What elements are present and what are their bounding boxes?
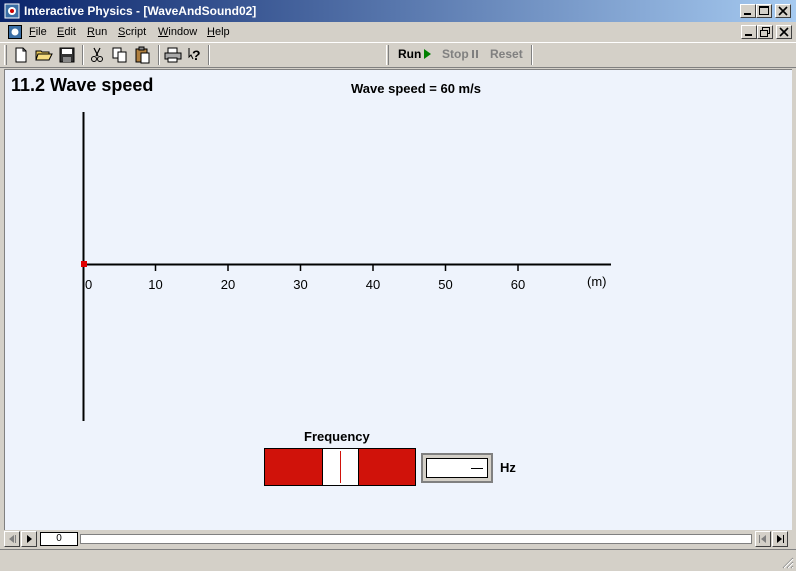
doc-close-button[interactable] [776,25,792,39]
minimize-button[interactable] [740,4,756,18]
menu-script[interactable]: Script [118,26,146,38]
frequency-unit: Hz [500,460,516,475]
axis-tick-label: 0 [85,277,92,292]
frequency-slider[interactable] [264,448,416,486]
frame-counter[interactable]: 0 [40,532,78,546]
reset-label: Reset [490,47,523,61]
stop-label: Stop [442,47,469,61]
toolbar-grip[interactable] [386,45,389,65]
status-bar [0,549,796,571]
play-forward-button[interactable] [21,531,37,547]
step-forward-button[interactable] [772,531,788,547]
save-icon [59,47,75,63]
menu-run[interactable]: Run [87,26,107,38]
cut-button[interactable] [86,45,108,65]
title-bar: Interactive Physics - [WaveAndSound02] [0,0,796,22]
copy-icon [112,47,127,63]
wave-source-marker[interactable] [81,261,87,267]
minimize-icon [744,13,751,15]
open-button[interactable] [33,45,55,65]
doc-minimize-button[interactable] [741,25,757,39]
maximize-icon [759,6,769,15]
minimize-icon [745,34,752,36]
toolbar-separator [531,45,533,65]
help-icon: ? [188,47,201,63]
doc-restore-button[interactable] [757,25,773,39]
restore-icon [760,27,770,37]
playback-bar: 0 [4,531,792,547]
toolbar-separator [82,45,84,65]
print-icon [164,47,182,63]
rewind-icon [759,535,766,543]
menu-bar: File Edit Run Script Window Help [0,22,796,42]
frequency-value-box[interactable] [421,453,493,483]
run-label: Run [398,47,422,61]
resize-grip-icon[interactable] [782,557,794,569]
cut-icon [91,47,103,62]
toolbar-separator [158,45,160,65]
axis-ticks: 0 10 20 30 40 50 60 [85,264,525,292]
menu-edit[interactable]: Edit [57,26,76,38]
menu-file[interactable]: File [29,26,47,38]
toolbar: ? Run Stop Reset [0,42,796,68]
copy-button[interactable] [109,45,131,65]
pause-icon [471,50,474,58]
menu-help[interactable]: Help [207,26,230,38]
open-folder-icon [35,50,53,61]
close-button[interactable] [775,4,791,18]
new-file-icon [15,47,27,63]
reset-button[interactable]: Reset [490,47,523,61]
axis-tick-label: 20 [221,277,235,292]
paste-icon [135,46,150,64]
document-icon[interactable] [8,25,22,39]
play-icon [27,535,32,543]
playback-track[interactable] [80,534,752,544]
maximize-button[interactable] [756,4,772,18]
simulation-workspace[interactable]: 11.2 Wave speed Wave speed = 60 m/s 0 10 2… [4,69,792,530]
axis-unit-label: (m) [587,274,607,289]
stop-button[interactable]: Stop [442,47,474,61]
slider-thumb[interactable] [322,449,359,485]
frequency-label: Frequency [304,429,370,444]
window-title: Interactive Physics - [WaveAndSound02] [24,4,257,18]
slider-thumb-mark [340,451,341,483]
context-help-button[interactable]: ? [185,45,207,65]
axis-tick-label: 60 [511,277,525,292]
save-button[interactable] [56,45,78,65]
paste-button[interactable] [132,45,154,65]
toolbar-grip[interactable] [4,45,7,65]
play-icon [424,49,432,59]
toolbar-separator [208,45,210,65]
step-forward-icon [777,535,784,543]
axis-tick-label: 40 [366,277,380,292]
close-icon [778,6,788,16]
axis-tick-label: 30 [293,277,307,292]
value-cursor [471,468,483,469]
frequency-input[interactable] [426,458,488,478]
step-back-icon [9,535,16,543]
step-back-button[interactable] [4,531,20,547]
menu-window[interactable]: Window [158,26,197,38]
rewind-button[interactable] [755,531,771,547]
axis-tick-label: 50 [438,277,452,292]
new-button[interactable] [10,45,32,65]
app-icon [4,3,20,19]
axis-tick-label: 10 [148,277,162,292]
print-button[interactable] [162,45,184,65]
run-button[interactable]: Run [398,47,432,61]
close-icon [779,27,789,37]
svg-text:?: ? [192,47,201,63]
